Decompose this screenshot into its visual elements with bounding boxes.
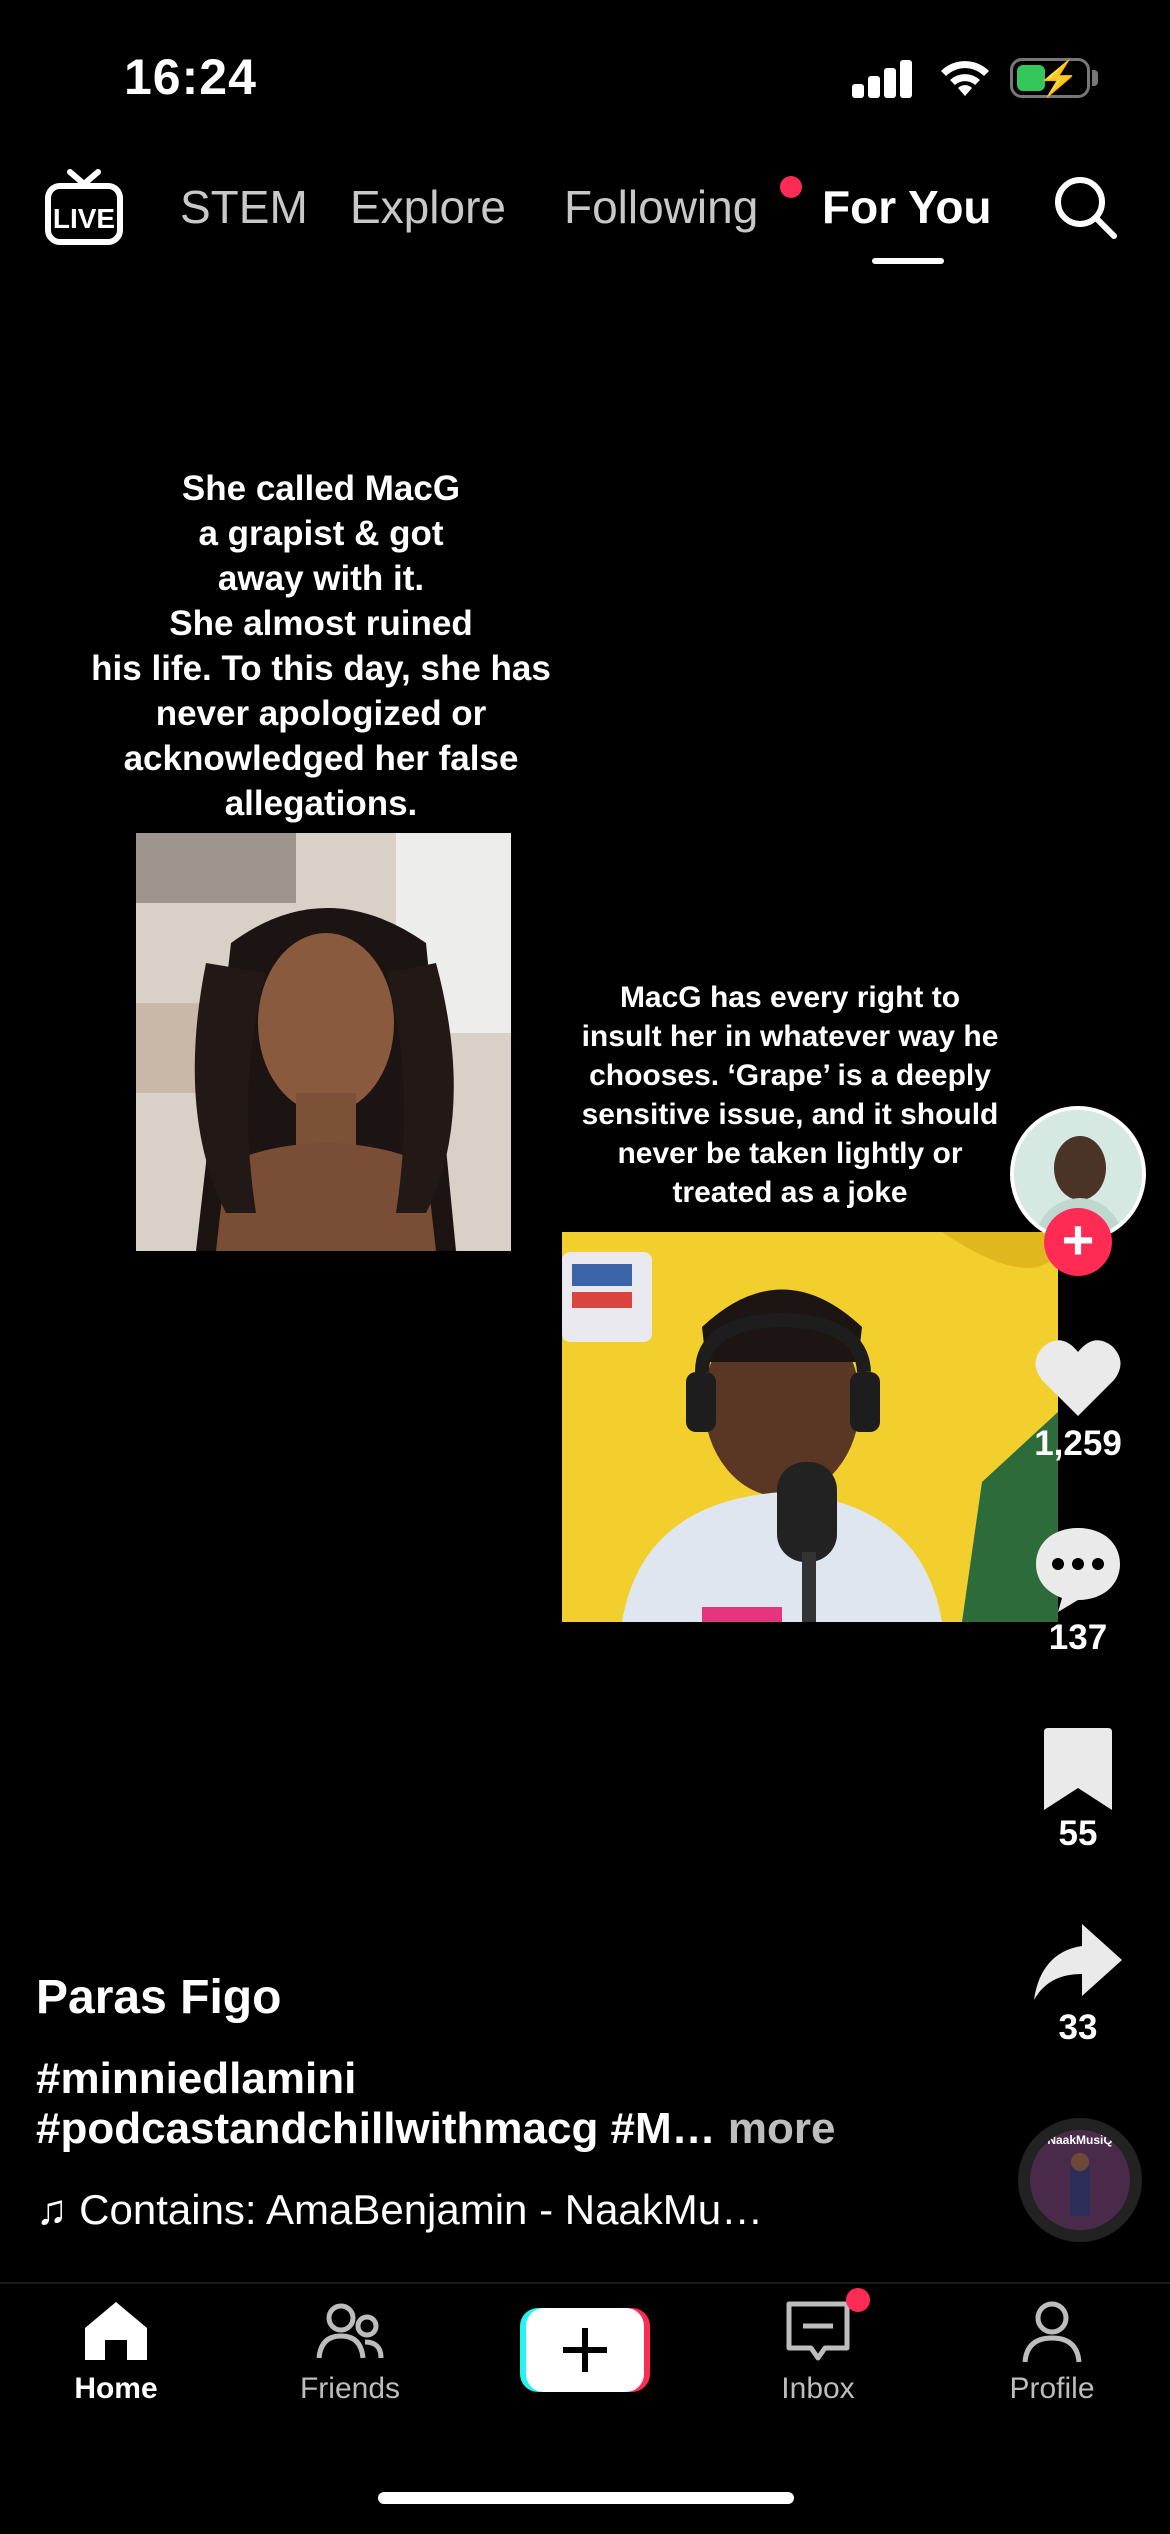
post-hashtags[interactable]: #minniedlamini #podcastandchillwithmacg …	[36, 2054, 936, 2154]
cellular-signal-icon	[852, 58, 914, 98]
tab-home-label: Home	[74, 2372, 158, 2405]
tab-explore[interactable]: Explore	[350, 180, 506, 234]
friends-icon	[316, 2303, 384, 2359]
music-note-icon: ♫	[36, 2186, 68, 2233]
hashtags-line-2[interactable]: #podcastandchillwithmacg #M…	[36, 2104, 716, 2153]
comment-icon[interactable]	[1030, 1520, 1126, 1616]
live-label: LIVE	[53, 203, 115, 234]
tab-inbox[interactable]: Inbox	[728, 2296, 908, 2406]
sound-info[interactable]: ♫ Contains: AmaBenjamin - NaakMu…	[36, 2186, 763, 2234]
man-podcast-image	[562, 1232, 1058, 1622]
create-button[interactable]	[520, 2308, 650, 2392]
tab-stem[interactable]: STEM	[180, 180, 308, 234]
like-count: 1,259	[1034, 1424, 1122, 1463]
search-icon[interactable]	[1052, 174, 1118, 240]
share-count: 33	[1058, 2008, 1098, 2047]
share-icon[interactable]	[1030, 1914, 1126, 2010]
tab-profile-label: Profile	[1009, 2372, 1095, 2405]
home-indicator	[378, 2492, 794, 2504]
video-caption-right: MacG has every right to insult her in wha…	[581, 981, 999, 1209]
status-time: 16:24	[124, 49, 257, 105]
tab-following[interactable]: Following	[564, 180, 758, 234]
inbox-notification-dot	[846, 2288, 870, 2312]
home-icon	[85, 2302, 147, 2360]
profile-icon	[1022, 2301, 1082, 2363]
music-disc[interactable]: NaakMusiQ	[1018, 2118, 1142, 2242]
save-count: 55	[1058, 1814, 1098, 1853]
battery-icon: ⚡	[1010, 58, 1090, 98]
tab-home[interactable]: Home	[26, 2296, 206, 2406]
active-tab-indicator	[872, 258, 944, 264]
tab-inbox-label: Inbox	[781, 2372, 855, 2405]
music-disc-image: NaakMusiQ	[1030, 2130, 1130, 2230]
tab-friends-label: Friends	[299, 2372, 401, 2405]
comment-count: 137	[1048, 1618, 1108, 1657]
creator-username[interactable]: Paras Figo	[36, 1970, 281, 2025]
woman-portrait-image	[136, 833, 511, 1251]
inbox-icon	[786, 2301, 850, 2361]
hashtags-line-1[interactable]: #minniedlamini	[36, 2054, 936, 2104]
sound-text: Contains: AmaBenjamin - NaakMu…	[79, 2186, 764, 2233]
more-button[interactable]: more	[728, 2104, 836, 2153]
heart-icon[interactable]	[1030, 1330, 1126, 1426]
following-notification-dot	[780, 176, 802, 198]
tab-for-you[interactable]: For You	[822, 180, 992, 234]
video-caption-left: She called MacG a grapist & got away with…	[91, 469, 551, 823]
wifi-icon	[941, 61, 989, 96]
bookmark-icon[interactable]	[1030, 1722, 1126, 1818]
live-tv-icon[interactable]: LIVE	[44, 168, 124, 246]
disc-label: NaakMusiQ	[1047, 2133, 1112, 2147]
battery-cap	[1092, 70, 1098, 86]
tab-friends[interactable]: Friends	[260, 2296, 440, 2406]
follow-plus-button[interactable]: +	[1044, 1208, 1112, 1276]
tab-profile[interactable]: Profile	[962, 2296, 1142, 2406]
